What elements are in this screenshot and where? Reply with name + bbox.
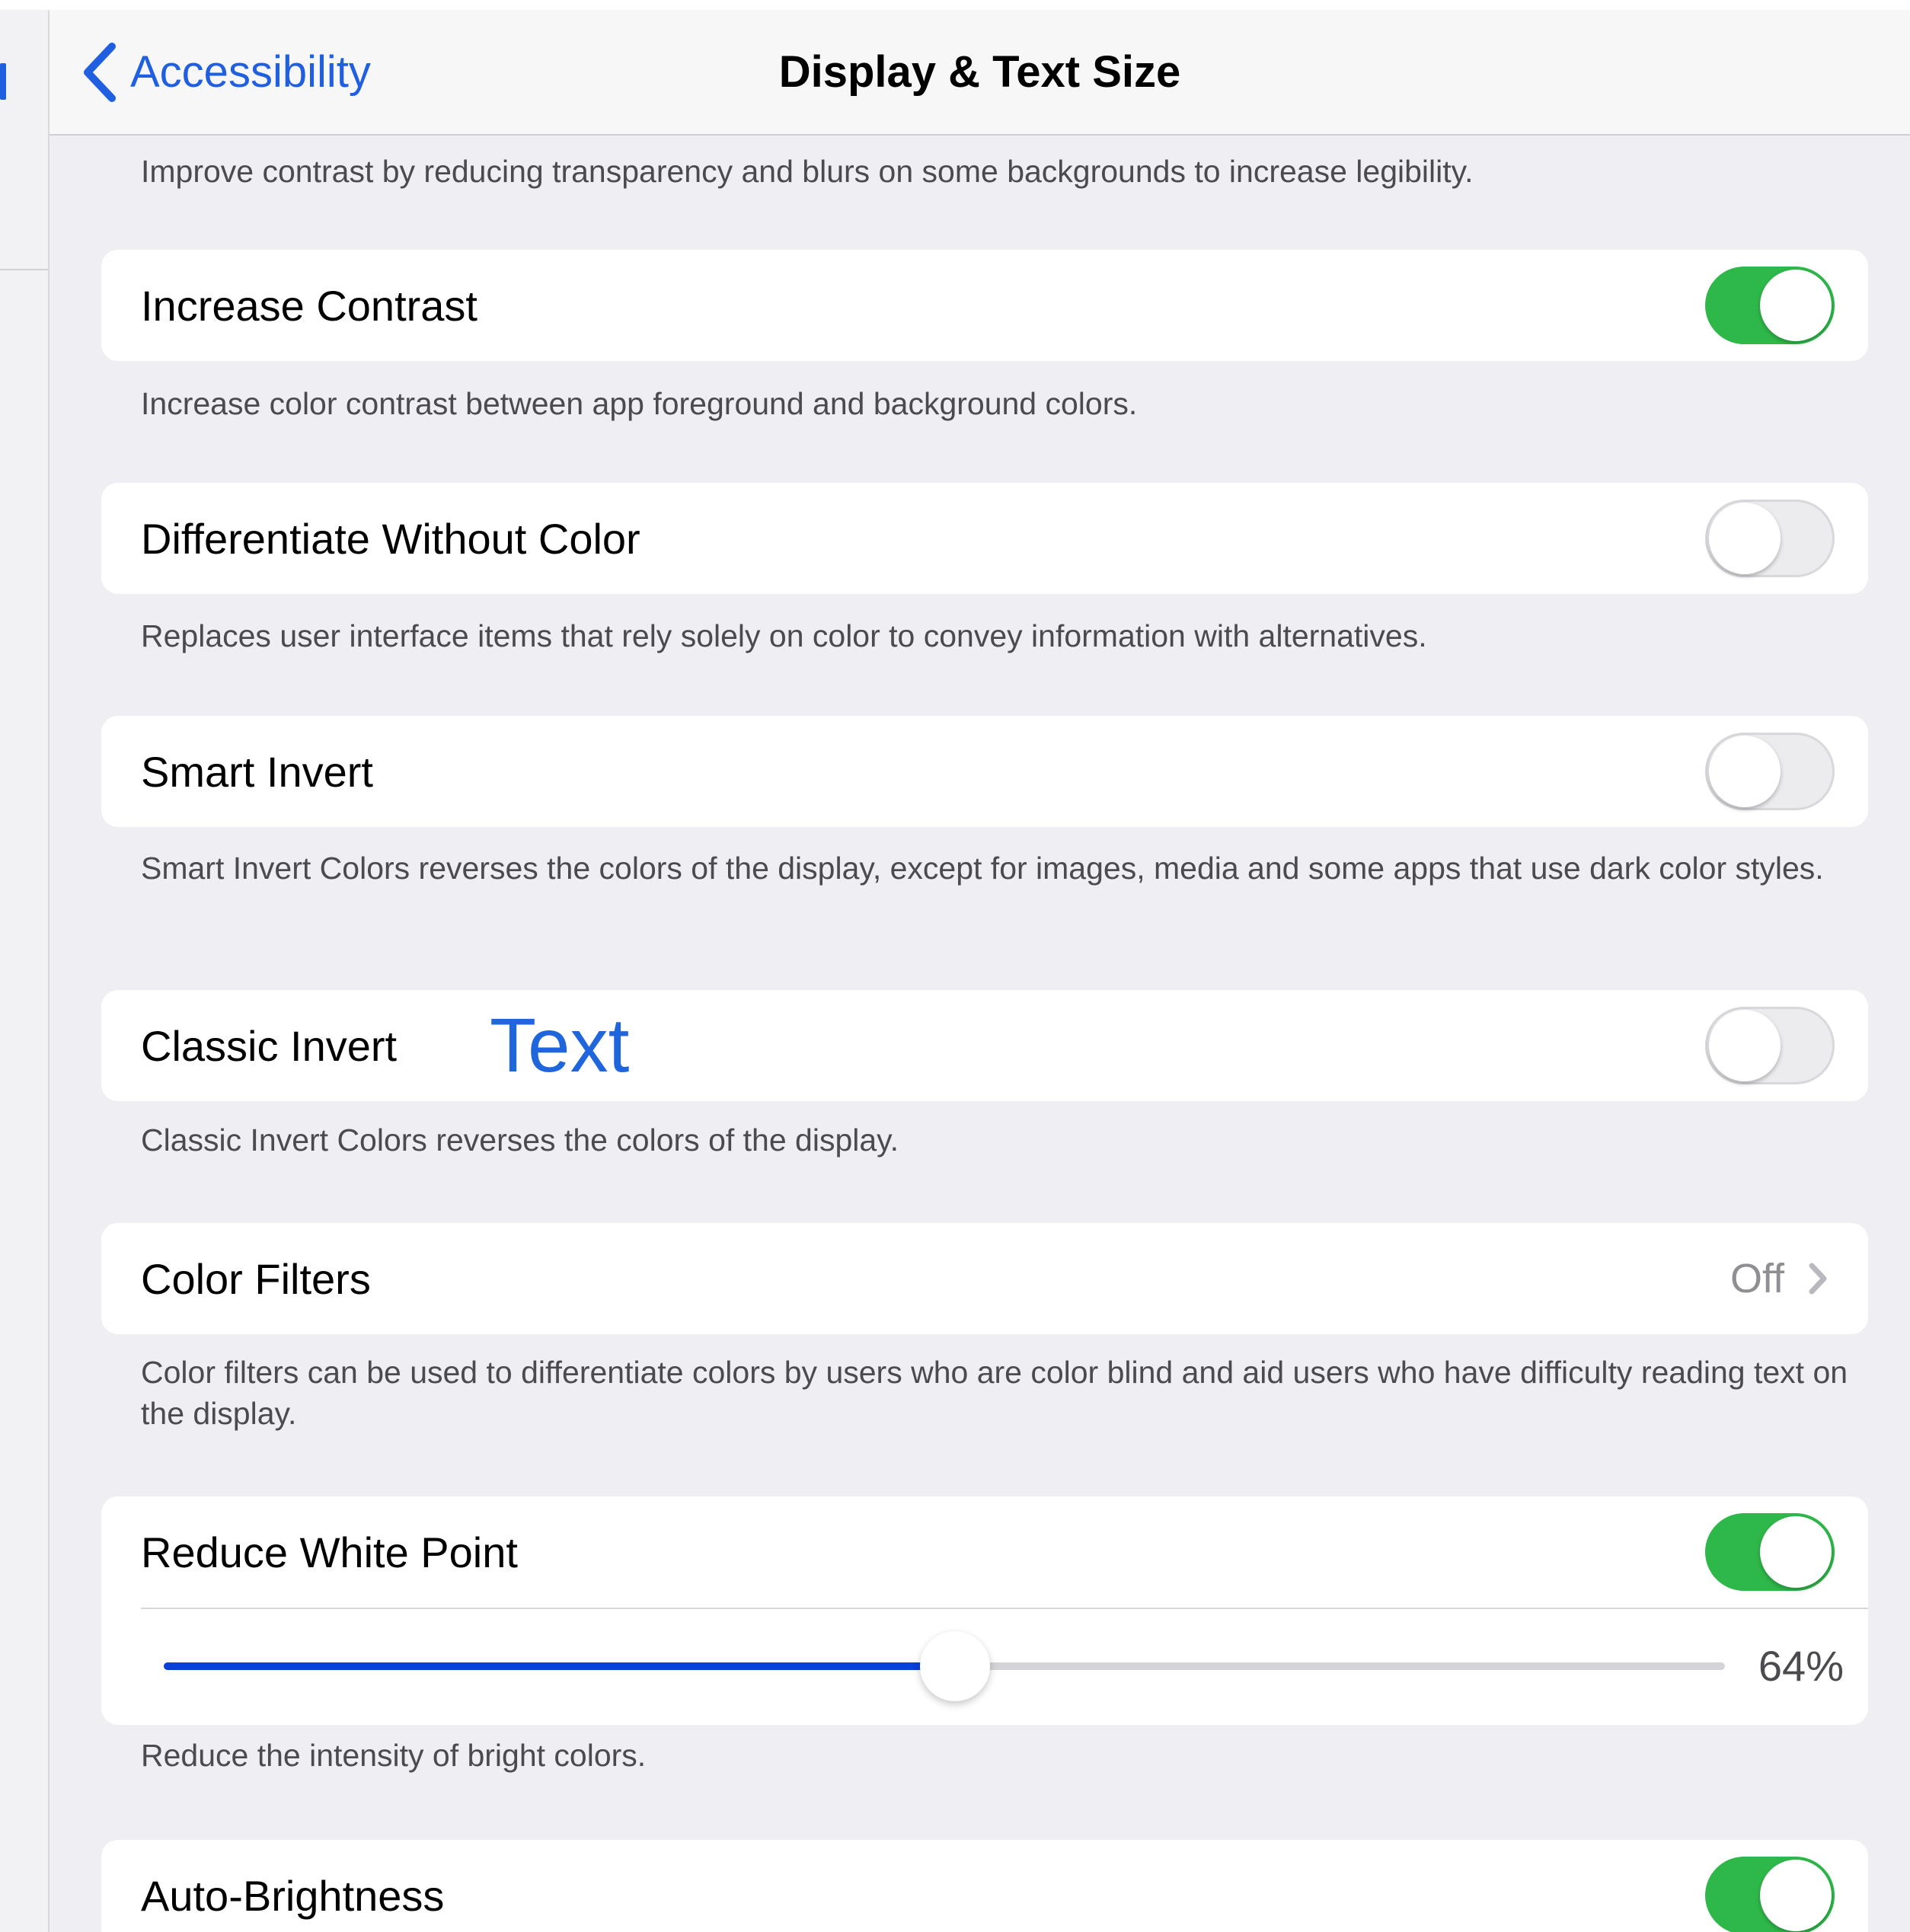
classic-invert-footer: Classic Invert Colors reverses the color…: [141, 1122, 899, 1158]
reduce-white-point-footer: Reduce the intensity of bright colors.: [141, 1738, 647, 1773]
auto-brightness-label: Auto-Brightness: [141, 1871, 445, 1920]
slider-thumb[interactable]: [920, 1631, 991, 1701]
increase-contrast-label: Increase Contrast: [141, 281, 478, 330]
smart-invert-toggle[interactable]: [1705, 733, 1835, 810]
differentiate-without-color-footer: Replaces user interface items that rely …: [141, 618, 1427, 653]
reduce-white-point-cell[interactable]: Reduce White Point 64%: [101, 1496, 1868, 1725]
toggle-knob: [1760, 270, 1832, 341]
auto-brightness-toggle[interactable]: [1705, 1857, 1835, 1932]
color-filters-footer: Color filters can be used to differentia…: [141, 1355, 1848, 1431]
color-filters-cell[interactable]: Color Filters Off: [101, 1223, 1868, 1334]
classic-invert-cell[interactable]: Classic Invert Text: [101, 990, 1868, 1101]
toggle-knob: [1709, 1010, 1781, 1081]
slider-value-label: 64%: [1758, 1642, 1844, 1690]
smart-invert-label: Smart Invert: [141, 747, 373, 796]
toggle-knob: [1760, 1860, 1832, 1931]
row-separator: [141, 1608, 1868, 1609]
back-button[interactable]: Accessibility: [80, 10, 371, 134]
toggle-knob: [1760, 1516, 1832, 1588]
differentiate-without-color-toggle[interactable]: [1705, 500, 1835, 577]
increase-contrast-cell[interactable]: Increase Contrast: [101, 250, 1868, 361]
master-pane-edge: [0, 10, 50, 1932]
settings-list[interactable]: Improve contrast by reducing transparenc…: [50, 136, 1910, 1932]
reduce-transparency-footer: Improve contrast by reducing transparenc…: [141, 154, 1474, 189]
reduce-white-point-label: Reduce White Point: [141, 1528, 518, 1576]
reduce-white-point-slider[interactable]: [164, 1631, 1725, 1701]
text-overlay-annotation: Text: [490, 1002, 630, 1088]
increase-contrast-toggle[interactable]: [1705, 267, 1835, 344]
chevron-left-icon: [84, 42, 116, 102]
increase-contrast-footer: Increase color contrast between app fore…: [141, 386, 1138, 421]
master-pane-item-edge[interactable]: [0, 63, 6, 100]
classic-invert-toggle[interactable]: [1705, 1007, 1835, 1084]
classic-invert-label: Classic Invert: [141, 1021, 398, 1070]
auto-brightness-cell[interactable]: Auto-Brightness: [101, 1840, 1868, 1932]
toggle-knob: [1709, 503, 1781, 574]
master-pane-divider: [0, 269, 48, 270]
navigation-bar: Accessibility Display & Text Size: [50, 10, 1910, 136]
top-strip: [0, 0, 1910, 10]
chevron-right-icon: [1809, 1263, 1827, 1295]
reduce-white-point-toggle[interactable]: [1705, 1513, 1835, 1591]
color-filters-label: Color Filters: [141, 1254, 371, 1303]
differentiate-without-color-label: Differentiate Without Color: [141, 514, 640, 563]
toggle-knob: [1709, 736, 1781, 807]
back-button-label: Accessibility: [130, 47, 371, 97]
slider-fill: [164, 1662, 924, 1670]
smart-invert-footer: Smart Invert Colors reverses the colors …: [141, 851, 1824, 886]
smart-invert-cell[interactable]: Smart Invert: [101, 716, 1868, 827]
differentiate-without-color-cell[interactable]: Differentiate Without Color: [101, 483, 1868, 594]
color-filters-value: Off: [1730, 1256, 1784, 1301]
